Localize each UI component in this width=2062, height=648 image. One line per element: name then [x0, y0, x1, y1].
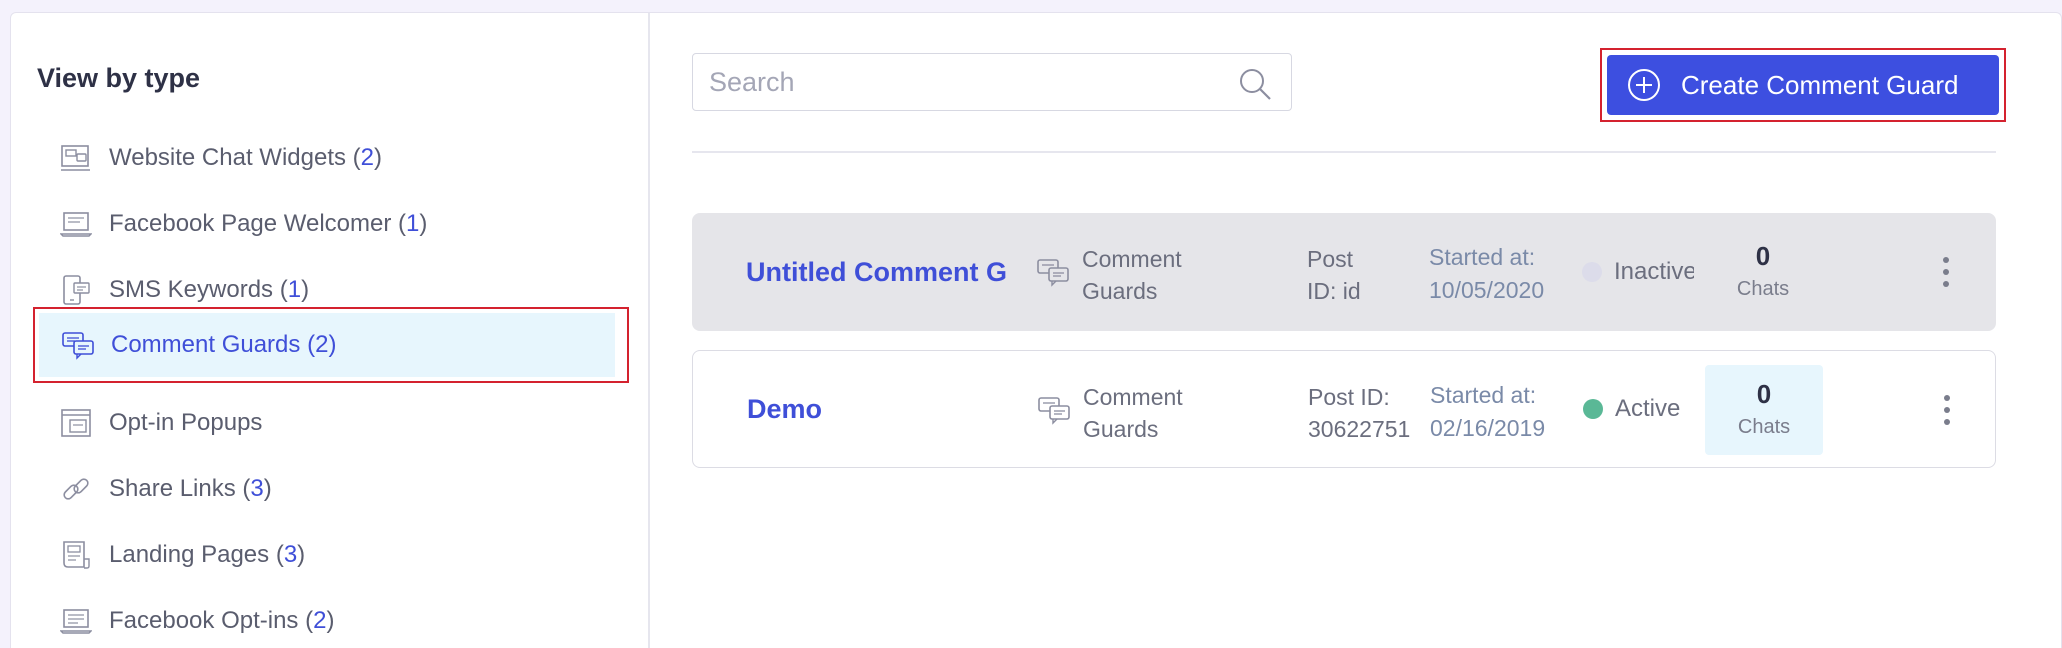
status-dot: [1583, 399, 1603, 419]
started-at: Started at: 02/16/2019: [1430, 382, 1546, 441]
create-button-label: Create Comment Guard: [1681, 69, 1959, 100]
sidebar-item-comment-guards[interactable]: Comment Guards (2): [33, 307, 629, 383]
sidebar-item-landing-pages[interactable]: Landing Pages (3): [33, 517, 629, 593]
popup-icon: [59, 406, 93, 440]
sidebar-item-count: 3: [283, 541, 298, 568]
sidebar-item-count: 2: [313, 607, 327, 634]
type-label: Comment Guards: [1082, 246, 1182, 304]
sidebar-item-opt-in-popups[interactable]: Opt-in Popups: [33, 385, 629, 461]
more-options-icon[interactable]: [1941, 395, 1953, 431]
main-content: Create Comment Guard Untitled Comment G …: [652, 13, 2061, 648]
sidebar-item-label: Opt-in Popups: [109, 409, 263, 436]
sidebar-item-label: Website Chat Widgets: [109, 144, 346, 171]
comment-guard-icon: [1036, 257, 1070, 287]
sidebar-item-count: 2: [315, 331, 329, 358]
sidebar-item-label: Facebook Page Welcomer: [109, 210, 392, 237]
comment-guard-icon: [61, 328, 95, 362]
sidebar-item-label: SMS Keywords: [109, 276, 274, 303]
sidebar-item-label: Facebook Opt-ins: [109, 607, 299, 634]
search-input[interactable]: [709, 66, 1229, 98]
sidebar-item-label: Comment Guards: [111, 331, 301, 358]
post-id: Post ID: 30622751: [1308, 384, 1410, 442]
sidebar: View by type Website Chat Widgets (2) Fa…: [11, 13, 650, 648]
sidebar-item-label: Landing Pages: [109, 541, 270, 568]
started-at: Started at: 10/05/2020: [1429, 244, 1545, 303]
plus-circle-icon: [1627, 68, 1661, 102]
laptop-icon: [59, 207, 93, 241]
chat-widget-icon: [59, 141, 93, 175]
link-icon: [59, 472, 93, 506]
facebook-optin-icon: [59, 604, 93, 638]
status-badge: Inactive: [1582, 213, 1694, 331]
sidebar-item-count: 1: [406, 210, 420, 237]
main-panel: View by type Website Chat Widgets (2) Fa…: [10, 12, 2062, 648]
comment-guard-name[interactable]: Untitled Comment G: [746, 213, 1006, 331]
sidebar-title: View by type: [37, 63, 201, 93]
sidebar-item-count: 3: [250, 475, 264, 502]
post-id: Post ID: id: [1307, 246, 1361, 304]
create-button-highlight: Create Comment Guard: [1600, 48, 2006, 122]
sms-phone-icon: [59, 273, 93, 307]
search-box[interactable]: [692, 53, 1292, 111]
table-row[interactable]: Demo Comment Guards Post ID: 30622751 Star…: [692, 350, 1996, 468]
sidebar-item-facebook-opt-ins[interactable]: Facebook Opt-ins (2): [33, 583, 629, 648]
sidebar-item-count: 2: [360, 144, 375, 171]
sidebar-item-label: Share Links: [109, 475, 236, 502]
create-comment-guard-button[interactable]: Create Comment Guard: [1607, 55, 1999, 115]
sidebar-item-facebook-page-welcomer[interactable]: Facebook Page Welcomer (1): [33, 186, 629, 262]
comment-guard-name[interactable]: Demo: [747, 351, 1007, 467]
search-icon[interactable]: [1237, 66, 1273, 107]
divider: [692, 151, 1996, 153]
comment-guard-icon: [1037, 395, 1071, 425]
landing-page-icon: [59, 538, 93, 572]
sidebar-item-count: 1: [287, 276, 302, 303]
sidebar-item-share-links[interactable]: Share Links (3): [33, 451, 629, 527]
status-badge: Active: [1583, 351, 1695, 467]
status-dot: [1582, 262, 1602, 282]
sidebar-item-website-chat-widgets[interactable]: Website Chat Widgets (2): [33, 120, 629, 196]
more-options-icon[interactable]: [1940, 257, 1952, 293]
table-row[interactable]: Untitled Comment G Comment Guards Post ID:…: [692, 213, 1996, 331]
chats-count: 0 Chats: [1705, 365, 1823, 455]
type-label: Comment Guards: [1083, 384, 1183, 442]
chats-count: 0 Chats: [1736, 241, 1790, 300]
